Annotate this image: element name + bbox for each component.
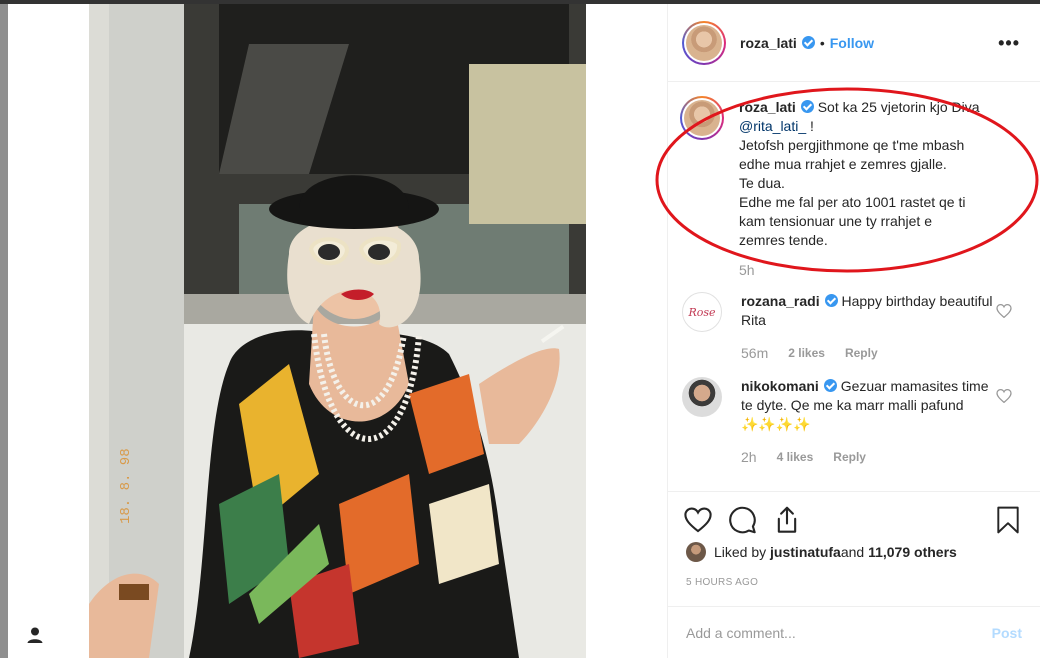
comment-likes[interactable]: 2 likes xyxy=(788,344,825,363)
comment-body: rozana_radi Happy birthday beautiful Rit… xyxy=(741,292,1001,363)
user-glyph xyxy=(27,627,43,643)
reply-button[interactable]: Reply xyxy=(833,448,866,467)
comment-username[interactable]: rozana_radi xyxy=(741,293,820,309)
comment-time[interactable]: 56m xyxy=(741,344,768,363)
post-comment-button[interactable]: Post xyxy=(992,625,1022,641)
comment-username[interactable]: nikokomani xyxy=(741,378,819,394)
verified-icon xyxy=(801,36,815,49)
more-icon[interactable]: ••• xyxy=(998,34,1020,52)
post-photo: 18. 8. 98 xyxy=(89,4,586,658)
likes-count[interactable]: 11,079 others xyxy=(868,544,957,560)
liker-avatar[interactable] xyxy=(686,542,706,562)
comment-item: nikokomani Gezuar mamasites time te dyte… xyxy=(682,377,1026,467)
caption-comment: roza_lati Sot ka 25 vjetorin kjo Diva @r… xyxy=(680,96,1026,280)
comment-likes[interactable]: 4 likes xyxy=(777,448,814,467)
caption-line: edhe mua rrahjet e zemres gjalle. xyxy=(739,156,947,172)
comment-avatar[interactable] xyxy=(682,377,722,417)
add-comment-bar: Post xyxy=(668,606,1040,658)
post-timestamp[interactable]: 5 HOURS AGO xyxy=(686,577,758,588)
caption-mention[interactable]: @rita_lati_ xyxy=(739,118,806,134)
reply-button[interactable]: Reply xyxy=(845,344,878,363)
separator-dot: • xyxy=(819,34,825,51)
caption-avatar[interactable] xyxy=(680,96,724,140)
likes-row: Liked by justinatufa and 11,079 others xyxy=(686,542,957,562)
comment-time[interactable]: 2h xyxy=(741,448,757,467)
caption-body: roza_lati Sot ka 25 vjetorin kjo Diva @r… xyxy=(739,98,999,280)
photo-area: 18. 8. 98 xyxy=(8,4,667,658)
post-header: roza_lati • Follow ••• xyxy=(668,4,1040,82)
caption-line: Jetofsh pergjithmone qe t'me mbash xyxy=(739,137,965,153)
action-bar: Liked by justinatufa and 11,079 others xyxy=(668,491,1040,562)
photo-illustration: 18. 8. 98 xyxy=(89,4,586,658)
photo-date-stamp: 18. 8. 98 xyxy=(118,448,134,524)
caption-line: zemres tende. xyxy=(739,232,828,248)
liker-username[interactable]: justinatufa xyxy=(770,544,841,560)
caption-line: Te dua. xyxy=(739,175,785,191)
comment-avatar[interactable]: Rose xyxy=(682,292,722,332)
comment-input[interactable] xyxy=(686,624,992,641)
comment-meta: 56m 2 likes Reply xyxy=(741,344,1001,363)
comments-list[interactable]: roza_lati Sot ka 25 vjetorin kjo Diva @r… xyxy=(668,82,1040,491)
caption-time[interactable]: 5h xyxy=(739,261,755,280)
caption-meta: 5h xyxy=(739,261,999,280)
share-icon[interactable] xyxy=(773,506,801,534)
post-side-panel: roza_lati • Follow ••• roza_lati Sot ka … xyxy=(667,4,1040,658)
verified-icon xyxy=(823,379,837,392)
heart-icon[interactable] xyxy=(684,506,712,534)
rose-logo-text: Rose xyxy=(688,305,716,319)
author-avatar[interactable] xyxy=(682,20,726,65)
comment-heart-icon[interactable] xyxy=(996,389,1012,403)
caption-line: Edhe me fal per ato 1001 rastet qe ti xyxy=(739,194,966,210)
caption-text-end: ! xyxy=(806,118,814,134)
verified-icon xyxy=(800,100,814,113)
comment-item: Rose rozana_radi Happy birthday beautifu… xyxy=(682,292,1026,363)
caption-username[interactable]: roza_lati xyxy=(739,99,796,115)
comment-meta: 2h 4 likes Reply xyxy=(741,448,1001,467)
comment-heart-icon[interactable] xyxy=(996,304,1012,318)
follow-button[interactable]: Follow xyxy=(830,35,874,51)
comment-icon[interactable] xyxy=(729,506,757,534)
author-username[interactable]: roza_lati xyxy=(740,35,797,51)
user-icon[interactable] xyxy=(19,619,51,651)
likes-middle: and xyxy=(840,544,865,560)
verified-icon xyxy=(824,294,838,307)
post-modal: 18. 8. 98 roza_lati • Follow ••• roza_la… xyxy=(8,4,1040,658)
caption-line: kam tensionuar une ty rrahjet e xyxy=(739,213,932,229)
likes-prefix: Liked by xyxy=(714,544,767,560)
caption-text: Sot ka 25 vjetorin kjo Diva xyxy=(817,99,980,115)
comment-body: nikokomani Gezuar mamasites time te dyte… xyxy=(741,377,1001,467)
bookmark-icon[interactable] xyxy=(994,506,1022,534)
